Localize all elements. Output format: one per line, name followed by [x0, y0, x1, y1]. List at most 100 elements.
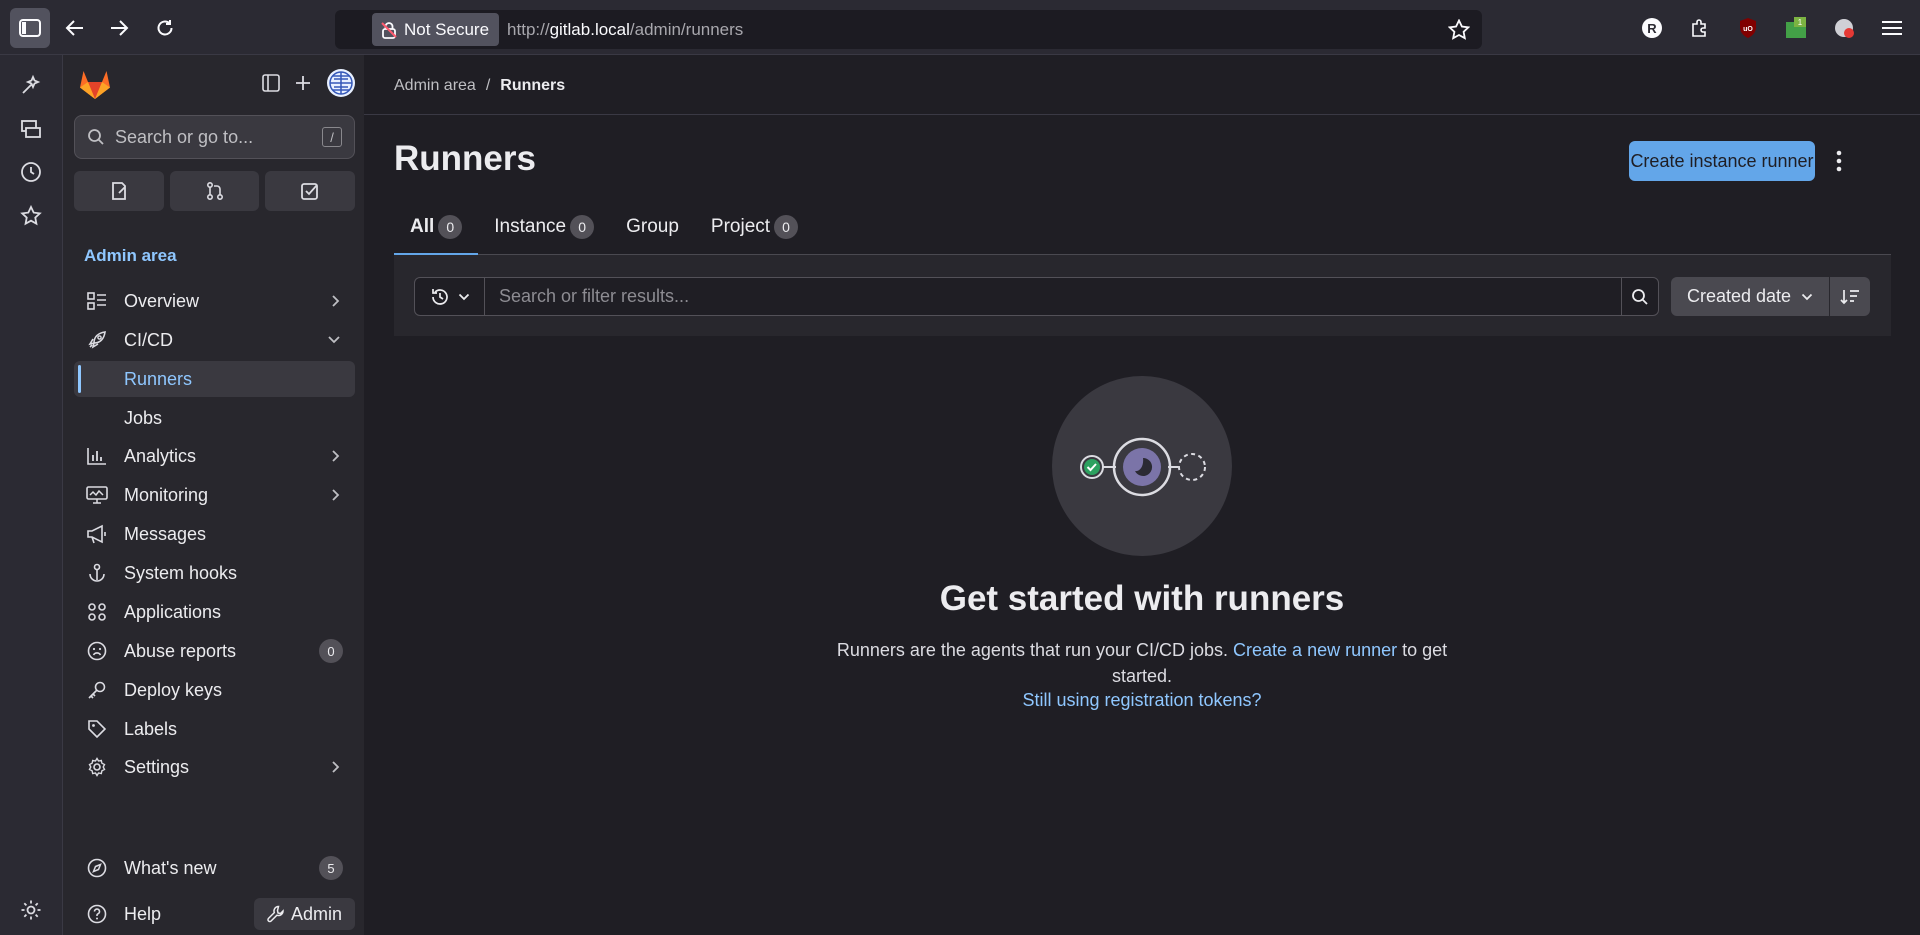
sort-direction-button[interactable]: [1830, 277, 1870, 316]
menu-hamburger-icon[interactable]: [1872, 8, 1912, 48]
overview-icon: [84, 292, 110, 310]
admin-button-label: Admin: [290, 903, 343, 924]
collapse-sidebar-icon[interactable]: [262, 74, 280, 92]
reload-icon[interactable]: [145, 8, 185, 48]
sidebar-item-label: Abuse reports: [124, 640, 237, 661]
chart-icon: [84, 447, 110, 465]
ublock-icon[interactable]: uO: [1728, 8, 1768, 48]
browser-settings-gear-icon[interactable]: [18, 897, 44, 923]
svg-text:R: R: [1647, 21, 1657, 36]
not-secure-badge[interactable]: Not Secure: [372, 13, 500, 46]
sidebar-item-applications[interactable]: Applications: [74, 594, 355, 630]
merge-requests-shortcut-button[interactable]: [169, 171, 260, 211]
bookmark-star-icon[interactable]: [1448, 19, 1470, 40]
svg-text:1: 1: [1798, 18, 1803, 27]
bookmarks-star-icon[interactable]: [18, 203, 44, 229]
search-icon: [87, 128, 105, 146]
sidebar-item-cicd[interactable]: CI/CD: [74, 322, 355, 358]
filter-search-button[interactable]: [1621, 277, 1659, 316]
tab-all[interactable]: All 0: [394, 198, 479, 256]
help-button[interactable]: Help: [74, 896, 244, 932]
tab-instance[interactable]: Instance 0: [478, 198, 610, 255]
sidebar-toggle-icon[interactable]: [10, 8, 50, 48]
search-shortcut-key: /: [322, 127, 342, 147]
runners-empty-illustration: [1052, 376, 1232, 556]
sidebar-item-system-hooks[interactable]: System hooks: [74, 555, 355, 591]
sidebar-item-runners[interactable]: Runners: [74, 361, 355, 397]
url-text[interactable]: http://gitlab.local/admin/runners: [507, 20, 743, 40]
sidebar-item-label: CI/CD: [124, 329, 173, 350]
sidebar-item-labels[interactable]: Labels: [74, 711, 355, 747]
sort-label: Created date: [1686, 286, 1792, 306]
sidebar-item-monitoring[interactable]: Monitoring: [74, 477, 355, 513]
avatar[interactable]: [326, 68, 356, 98]
browser-toolbar: Not Secure http://gitlab.local/admin/run…: [0, 0, 1920, 55]
sidebar-item-overview[interactable]: Overview: [74, 283, 355, 319]
sort-descending-icon: [1840, 288, 1860, 306]
green-extension-icon[interactable]: 1: [1776, 8, 1816, 48]
synced-tabs-icon[interactable]: [18, 116, 44, 142]
sidebar-item-label: Jobs: [124, 407, 163, 428]
back-icon[interactable]: [55, 8, 95, 48]
tab-label: Group: [626, 215, 679, 237]
sidebar-item-messages[interactable]: Messages: [74, 516, 355, 552]
wappalyzer-icon[interactable]: [1824, 8, 1864, 48]
filter-search-input[interactable]: Search or filter results...: [484, 277, 1622, 316]
sidebar-item-label: Labels: [124, 718, 178, 739]
ai-sparkle-icon[interactable]: [18, 72, 44, 98]
todos-shortcut-button[interactable]: [265, 171, 356, 211]
more-actions-kebab-icon[interactable]: [1824, 145, 1854, 177]
sidebar-item-label: Analytics: [124, 445, 197, 466]
label-icon: [84, 719, 110, 739]
sidebar-item-abuse-reports[interactable]: Abuse reports 0: [74, 633, 355, 669]
admin-button[interactable]: Admin: [254, 898, 355, 930]
tab-project[interactable]: Project 0: [695, 198, 814, 255]
sidebar-search-input[interactable]: Search or go to... /: [74, 115, 355, 159]
url-bar[interactable]: Not Secure http://gitlab.local/admin/run…: [335, 10, 1482, 49]
browser-sidebar-rail: [0, 55, 63, 935]
whats-new-label: What's new: [124, 857, 217, 878]
search-history-dropdown[interactable]: [414, 277, 485, 316]
key-icon: [84, 680, 110, 700]
page-title: Runners: [394, 139, 536, 178]
profile-r-icon[interactable]: R: [1632, 8, 1672, 48]
registration-tokens-link[interactable]: Still using registration tokens?: [364, 690, 1920, 711]
whats-new-button[interactable]: What's new 5: [74, 850, 355, 886]
filter-bar: Search or filter results... Created date: [394, 255, 1891, 336]
create-new-runner-link[interactable]: Create a new runner: [1233, 640, 1397, 660]
sidebar-item-label: Deploy keys: [124, 679, 223, 700]
sidebar-item-settings[interactable]: Settings: [74, 749, 355, 785]
sidebar-item-label: Monitoring: [124, 484, 209, 505]
apps-icon: [84, 602, 110, 622]
abuse-icon: [84, 641, 110, 661]
tab-count-badge: 0: [438, 214, 463, 239]
gear-icon: [84, 757, 110, 777]
sidebar-item-jobs[interactable]: Jobs: [74, 400, 355, 436]
extensions-puzzle-icon[interactable]: [1680, 8, 1720, 48]
sidebar-item-analytics[interactable]: Analytics: [74, 438, 355, 474]
tab-label: All: [410, 215, 435, 237]
empty-state-description: Runners are the agents that run your CI/…: [836, 640, 1448, 686]
hook-icon: [84, 563, 110, 583]
monitor-icon: [84, 486, 110, 504]
compass-icon: [84, 858, 110, 878]
tab-group[interactable]: Group: [610, 198, 695, 255]
history-clock-icon[interactable]: [18, 159, 44, 185]
whats-new-count: 5: [319, 856, 343, 880]
tab-label: Instance: [494, 215, 567, 237]
create-instance-runner-button[interactable]: Create instance runner: [1629, 141, 1815, 181]
plus-icon[interactable]: [294, 74, 312, 92]
forward-icon[interactable]: [99, 8, 139, 48]
breadcrumb-current[interactable]: Runners: [500, 77, 565, 95]
gitlab-logo-icon[interactable]: [79, 69, 111, 100]
extensions-area: R uO 1: [1632, 0, 1920, 55]
chevron-down-icon: [327, 335, 341, 345]
wrench-icon: [267, 905, 285, 923]
sort-by-dropdown[interactable]: Created date: [1671, 277, 1829, 316]
lock-warning-icon: [380, 21, 398, 39]
sidebar-item-deploy-keys[interactable]: Deploy keys: [74, 672, 355, 708]
issues-shortcut-button[interactable]: [74, 171, 164, 211]
breadcrumb: Admin area / Runners: [394, 77, 565, 95]
breadcrumb-parent[interactable]: Admin area: [394, 77, 476, 95]
megaphone-icon: [84, 524, 110, 544]
